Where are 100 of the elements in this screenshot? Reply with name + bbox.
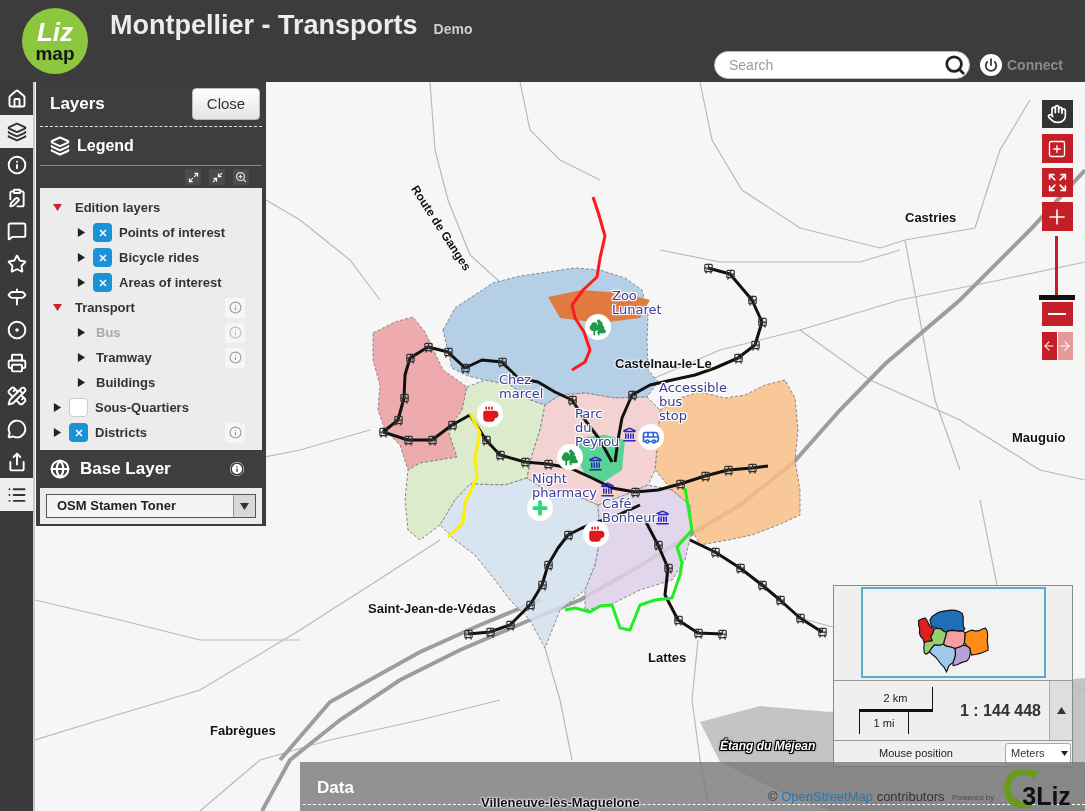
tram-icon <box>732 352 744 364</box>
panel-title: Layers <box>50 93 105 116</box>
tram-icon <box>404 352 416 364</box>
layer-label[interactable]: Transport <box>75 297 135 318</box>
power-icon <box>980 54 1002 76</box>
speech-bubble-icon <box>6 418 27 439</box>
poi-label: Accessible bus stop <box>659 381 727 423</box>
share-icon <box>6 451 27 472</box>
tram-icon <box>756 316 768 328</box>
layer-label[interactable]: Edition layers <box>75 197 161 218</box>
tram-icon <box>536 579 548 591</box>
poi-label: Chez marcel <box>499 373 544 401</box>
layer-checkbox[interactable] <box>93 223 112 242</box>
museum-icon <box>621 426 637 442</box>
tram-icon <box>746 294 758 306</box>
close-button[interactable]: Close <box>192 88 260 120</box>
tram-icon <box>504 619 516 631</box>
layers-icon <box>6 121 27 142</box>
caret-icon[interactable] <box>77 228 86 237</box>
tram-icon <box>462 628 474 640</box>
place-label: Castries <box>905 209 957 227</box>
tram-icon <box>484 626 496 638</box>
zoom-extent-button[interactable] <box>1041 168 1073 197</box>
search-icon[interactable] <box>944 54 966 76</box>
layer-label[interactable]: Points of interest <box>119 222 226 243</box>
caret-icon[interactable] <box>77 253 86 262</box>
place-label: Castelnau-le-Le <box>615 355 712 373</box>
layer-label[interactable]: Bicycle rides <box>119 247 200 268</box>
layers-button[interactable] <box>0 115 33 148</box>
layer-label[interactable]: Buildings <box>96 372 156 393</box>
overview-map[interactable] <box>860 587 1046 678</box>
subtitle: Demo <box>433 20 473 39</box>
zoom-slider-thumb[interactable] <box>1039 294 1075 300</box>
place-label: Fabrègues <box>210 722 276 740</box>
caret-icon[interactable] <box>77 353 86 362</box>
layer-label[interactable]: Areas of interest <box>119 272 222 293</box>
cross-icon <box>98 228 107 237</box>
print-icon <box>6 352 27 373</box>
expand-arrows-icon[interactable] <box>185 169 201 185</box>
collapse-arrows-icon[interactable] <box>209 169 225 185</box>
map-view[interactable] <box>35 82 1085 811</box>
tram-icon <box>702 262 714 274</box>
tram-icon <box>459 362 471 374</box>
zoom-out-button[interactable] <box>1041 302 1073 326</box>
tram-icon <box>542 559 554 571</box>
units-select[interactable]: Meters <box>1005 742 1071 765</box>
place-label: Lattes <box>648 649 687 667</box>
layer-checkbox[interactable] <box>69 423 88 442</box>
zoom-in-icon[interactable] <box>233 169 249 185</box>
search-field[interactable]: Search <box>714 51 970 79</box>
tram-icon <box>652 539 664 551</box>
tram-icon <box>699 470 711 482</box>
zoom-in-button[interactable] <box>1041 202 1073 231</box>
layer-label[interactable]: Sous-Quartiers <box>95 397 189 418</box>
tram-icon <box>446 419 458 431</box>
pan-button[interactable] <box>1041 100 1073 128</box>
caret-icon[interactable] <box>77 278 86 287</box>
place-label: Villeneuve-lès-Maguelone <box>481 794 640 811</box>
tram-icon <box>566 394 578 406</box>
hand-icon <box>1047 104 1067 124</box>
tram-icon <box>519 456 531 468</box>
minus-icon <box>1048 313 1066 315</box>
tram-icon <box>662 562 674 574</box>
info-icon <box>6 154 27 175</box>
tram-icon <box>816 626 828 638</box>
layer-label[interactable]: Tramway <box>96 347 152 368</box>
tram-icon <box>674 478 686 490</box>
tram-icon <box>709 546 721 558</box>
dropdown-arrow-icon <box>1061 751 1068 756</box>
logo: 3Liz <box>998 770 1083 810</box>
tram-icon <box>629 486 641 498</box>
cross-icon <box>74 428 83 437</box>
museum-icon <box>587 455 603 471</box>
tram-icon <box>402 434 414 446</box>
overview-toggle-button[interactable] <box>1049 681 1072 740</box>
caret-icon[interactable] <box>77 378 86 387</box>
tram-icon <box>524 599 536 611</box>
place-label: Saint-Jean-de-Védas <box>368 600 496 618</box>
scale-ratio: 1 : 144 448 <box>960 700 1041 721</box>
layer-label[interactable]: Districts <box>95 422 148 443</box>
layer-checkbox[interactable] <box>69 398 88 417</box>
caret-icon[interactable] <box>53 403 62 412</box>
mouse-position-label: Mouse position <box>879 746 953 762</box>
list-button[interactable] <box>0 478 33 511</box>
logo: Liz map <box>22 8 88 74</box>
layer-checkbox[interactable] <box>93 248 112 267</box>
signpost-icon <box>6 286 27 307</box>
zoom-box-button[interactable] <box>1041 134 1073 163</box>
globe-icon <box>50 459 70 479</box>
museum-icon <box>599 481 615 497</box>
info-icon[interactable] <box>230 462 244 476</box>
base-layer-select[interactable]: OSM Stamen Toner <box>46 494 256 518</box>
base-layer-title: Base Layer <box>80 458 171 481</box>
caret-icon[interactable] <box>53 428 62 437</box>
tram-icon <box>377 426 389 438</box>
tram-icon <box>494 449 506 461</box>
tram-icon <box>626 389 638 401</box>
tram-icon <box>774 594 786 606</box>
layer-checkbox[interactable] <box>93 273 112 292</box>
history-back-button[interactable] <box>1041 332 1057 360</box>
